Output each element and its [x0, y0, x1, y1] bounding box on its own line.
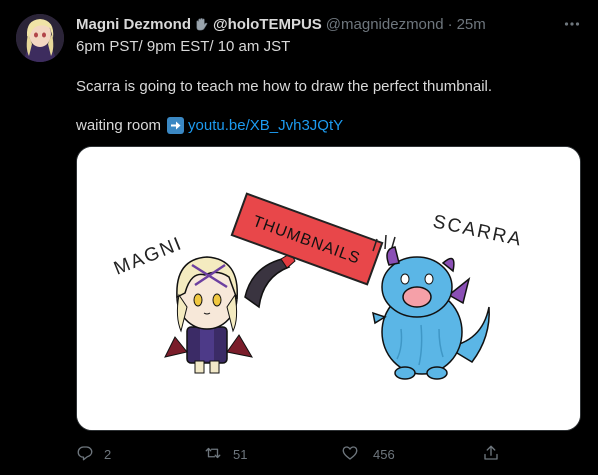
retweet-button[interactable]: 51 [203, 444, 247, 465]
like-count: 456 [373, 447, 395, 462]
avatar[interactable] [16, 14, 64, 62]
retweet-icon [203, 444, 223, 465]
like-button[interactable]: 456 [341, 444, 395, 465]
waiting-room-text: waiting room [76, 117, 162, 134]
reply-icon [76, 444, 94, 465]
display-name-tag[interactable]: @holoTEMPUS [213, 16, 322, 33]
arrow-right-emoji-icon [167, 117, 185, 134]
handle[interactable]: @magnidezmond [326, 16, 444, 33]
tweet[interactable]: Magni Dezmond @holoTEMPUS @magnidezmond … [0, 0, 598, 475]
share-button[interactable] [482, 444, 500, 465]
reply-button[interactable]: 2 [76, 444, 111, 465]
tweet-header: Magni Dezmond @holoTEMPUS @magnidezmond … [76, 14, 486, 34]
reply-count: 2 [104, 447, 112, 462]
youtube-link[interactable]: youtu.be/XB_Jvh3JQtY [188, 117, 343, 134]
tweet-actions: 2 51 456 [76, 444, 581, 464]
more-icon[interactable] [560, 12, 584, 36]
display-name[interactable]: Magni Dezmond [76, 16, 191, 33]
media-image[interactable]: MAGNI THUMBNAILS SCARRA [76, 146, 581, 431]
tweet-text-line2: Scarra is going to teach me how to draw … [76, 78, 493, 95]
tweet-text-line3: waiting room youtu.be/XB_Jvh3JQtY [76, 117, 343, 134]
timestamp[interactable]: 25m [457, 16, 486, 33]
like-icon [341, 444, 359, 465]
gauntlet-emoji-icon [194, 17, 209, 32]
tweet-text-line1: 6pm PST/ 9pm EST/ 10 am JST [76, 38, 291, 55]
retweet-count: 51 [233, 447, 248, 462]
separator: · [447, 15, 453, 33]
share-icon [482, 444, 500, 465]
